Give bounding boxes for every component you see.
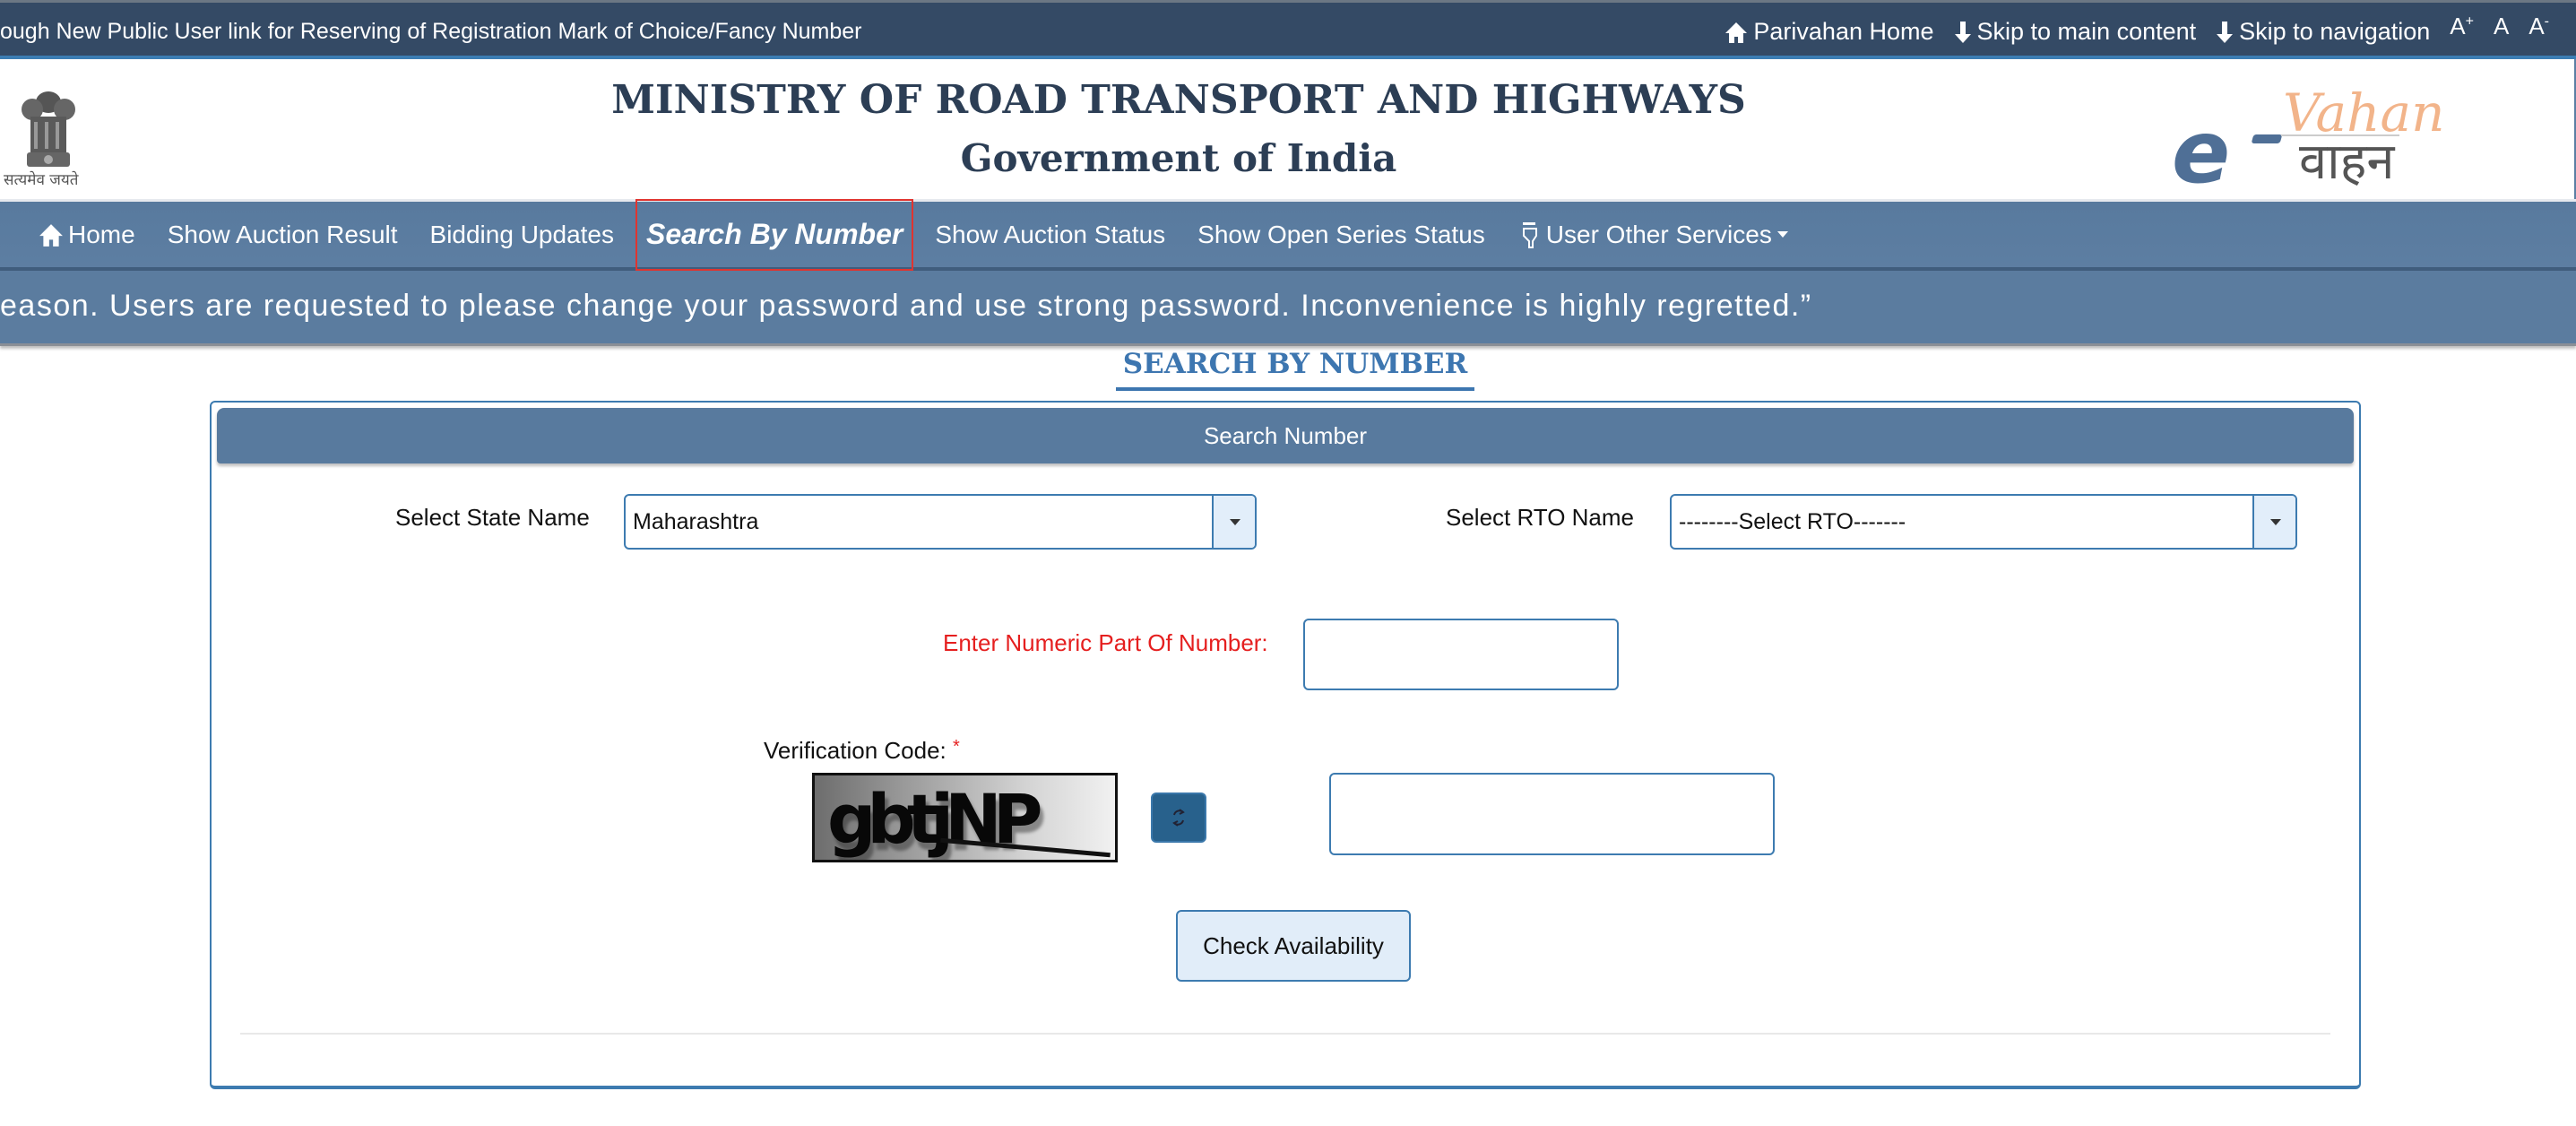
scrolling-announcement[interactable]: ough New Public User link for Reserving … [0,19,862,45]
notice-ticker: eason. Users are requested to please cha… [0,271,2576,346]
skip-nav-label: Skip to navigation [2239,18,2431,45]
verification-code-text: Verification Code: [764,737,947,764]
font-decrease-label: A [2528,13,2545,39]
nav-home[interactable]: Home [38,199,135,271]
numeric-part-label: Enter Numeric Part Of Number: [943,629,1268,656]
nav-show-open-series-status[interactable]: Show Open Series Status [1197,199,1485,271]
font-size-controls: A+ A A- [2450,13,2549,40]
notice-text[interactable]: eason. Users are requested to please cha… [0,289,1812,324]
logo-e: e [2172,102,2231,203]
check-availability-button[interactable]: Check Availability [1176,910,1411,982]
font-increase-sup: + [2465,13,2474,30]
rto-label: Select RTO Name [1446,504,1635,531]
font-increase-button[interactable]: A+ [2450,13,2474,40]
ministry-title: MINISTRY OF ROAD TRANSPORT AND HIGHWAYS [611,77,1746,123]
state-select-value: Maharashtra [633,509,759,534]
verification-code-label: Verification Code: * [764,737,960,765]
captcha-input[interactable] [1329,773,1775,855]
main-navigation: Home Show Auction Result Bidding Updates… [0,198,2576,271]
font-increase-label: A [2450,13,2466,39]
nav-home-label: Home [68,220,135,248]
arrow-down-icon [2217,21,2234,43]
chevron-down-icon [1776,231,1788,238]
numeric-part-input[interactable] [1303,619,1619,690]
skip-main-label: Skip to main content [1976,18,2197,45]
hand-pointer-icon [1522,221,1537,248]
parivahan-home-label: Parivahan Home [1753,18,1934,45]
skip-to-main-content-link[interactable]: Skip to main content [1954,18,2197,46]
government-subtitle: Government of India [960,136,1397,180]
nav-bidding-updates[interactable]: Bidding Updates [430,199,614,271]
font-normal-button[interactable]: A [2494,13,2509,40]
refresh-captcha-button[interactable] [1151,793,1206,843]
home-icon [39,223,63,247]
evahan-logo: e Vahan वाहन [2165,81,2444,203]
accessibility-links: Parivahan Home Skip to main content Skip… [1705,13,2549,46]
required-asterisk: * [953,737,960,757]
state-select-dropdown-button[interactable] [1212,496,1255,548]
panel-divider [240,1033,2330,1035]
logo-dash [2251,134,2283,143]
state-select[interactable]: Maharashtra [624,494,1257,550]
captcha-image: gbtjNP [812,773,1118,862]
page-title: SEARCH BY NUMBER [1115,348,1475,391]
nav-search-by-number[interactable]: Search By Number [635,198,914,271]
arrow-down-icon [1954,21,1971,43]
site-header: सत्यमेव जयते MINISTRY OF ROAD TRANSPORT … [0,59,2576,203]
state-label: Select State Name [395,504,590,531]
search-number-panel: Search Number Select State Name Maharash… [210,401,2361,1089]
top-utility-bar: ough New Public User link for Reserving … [0,0,2576,59]
page-title-wrap: SEARCH BY NUMBER [0,348,2576,391]
parivahan-home-link[interactable]: Parivahan Home [1725,18,1934,46]
nav-user-other-services[interactable]: User Other Services [1517,199,1788,271]
nav-show-auction-status[interactable]: Show Auction Status [935,199,1165,271]
home-icon [1725,22,1748,43]
skip-to-navigation-link[interactable]: Skip to navigation [2216,18,2430,46]
rto-select[interactable]: --------Select RTO------- [1670,494,2297,550]
panel-header: Search Number [217,408,2354,463]
rto-select-dropdown-button[interactable] [2252,496,2295,548]
nav-user-other-services-label: User Other Services [1545,220,1772,248]
rto-select-value: --------Select RTO------- [1679,509,1906,534]
font-decrease-button[interactable]: A- [2528,13,2549,40]
logo-hindi: वाहन [2299,133,2395,191]
font-decrease-sup: - [2544,13,2549,30]
refresh-icon [1172,809,1185,827]
nav-show-auction-result[interactable]: Show Auction Result [168,199,398,271]
